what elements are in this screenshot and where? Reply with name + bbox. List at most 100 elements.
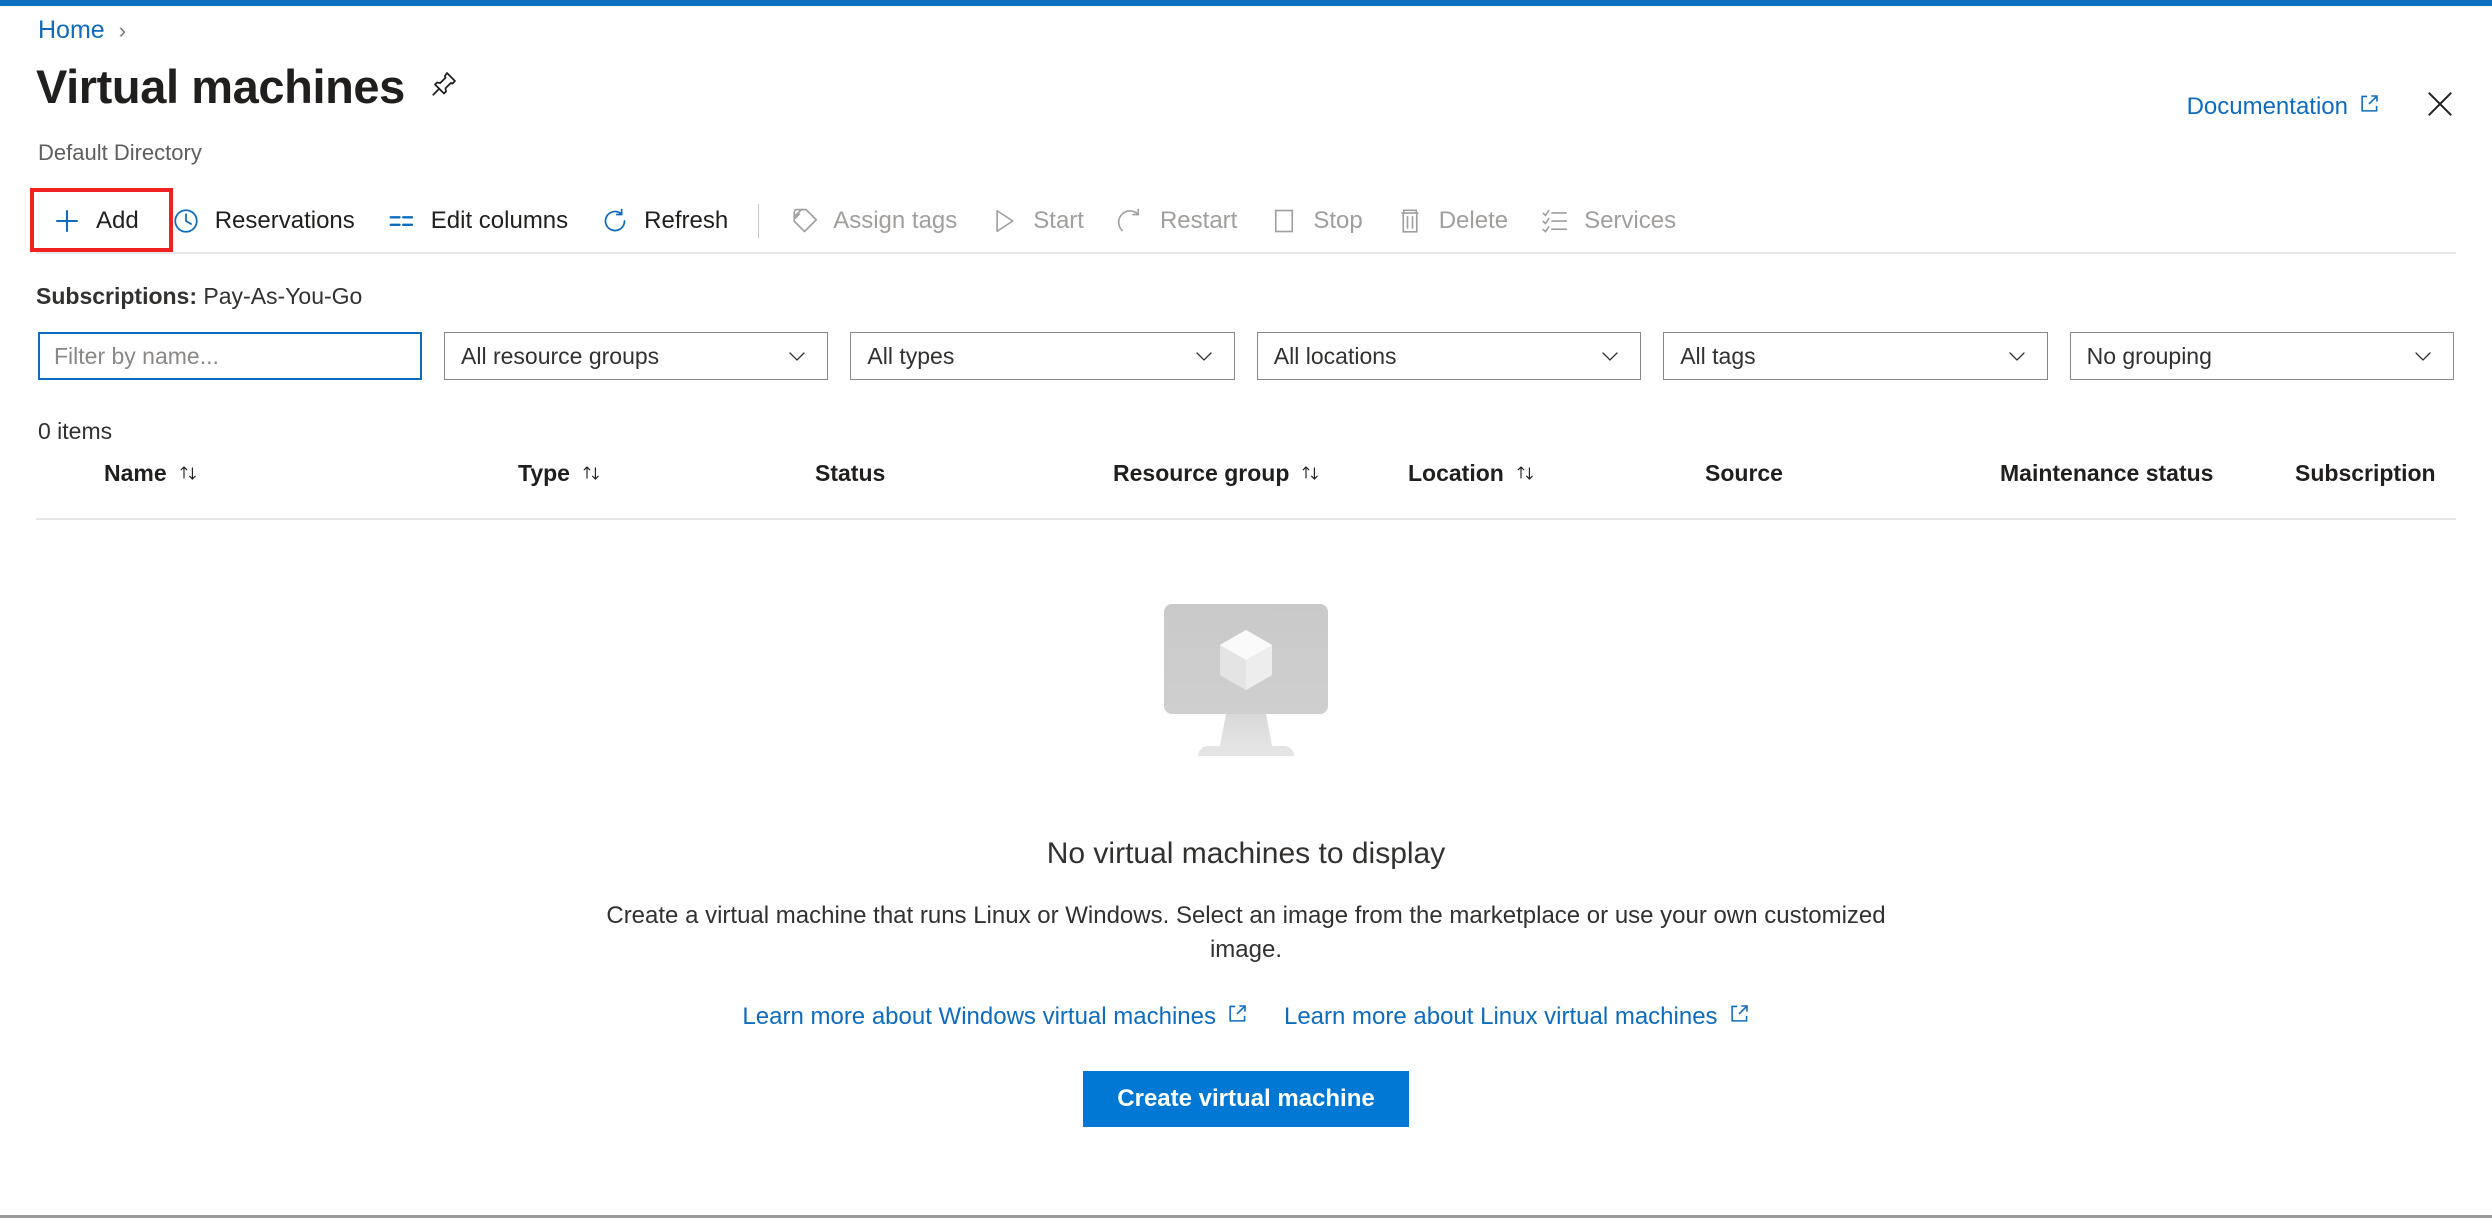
- toolbar-add-button[interactable]: Add: [36, 193, 155, 249]
- page-subtitle: Default Directory: [38, 140, 202, 165]
- command-bar: Add Reservations Edit columns Refresh As…: [36, 190, 2456, 252]
- sort-icon: [1299, 462, 1323, 486]
- columns-icon: [387, 206, 417, 236]
- column-header-name-label: Name: [104, 460, 167, 486]
- chevron-down-icon: [1598, 344, 1622, 368]
- empty-state-links: Learn more about Windows virtual machine…: [742, 1003, 1749, 1031]
- tags-dropdown-value: All tags: [1680, 342, 1756, 369]
- toolbar-refresh-button[interactable]: Refresh: [584, 193, 744, 249]
- resource-table-header: Name Type Status Resource group Location: [0, 460, 2492, 508]
- toolbar-edit-columns-button[interactable]: Edit columns: [371, 193, 584, 249]
- column-header-resource-group[interactable]: Resource group: [1113, 460, 1323, 487]
- grouping-dropdown-value: No grouping: [2086, 342, 2212, 369]
- locations-dropdown[interactable]: All locations: [1256, 332, 1642, 380]
- column-header-source: Source: [1705, 460, 1783, 487]
- subscriptions-line: Subscriptions: Pay-As-You-Go: [36, 283, 362, 310]
- toolbar-divider: [758, 204, 760, 238]
- column-header-location-label: Location: [1408, 460, 1504, 486]
- column-header-subscription-label: Subscription: [2295, 460, 2436, 486]
- resource-groups-dropdown[interactable]: All resource groups: [444, 332, 829, 380]
- items-count: 0 items: [38, 418, 113, 444]
- plus-icon: [52, 206, 82, 236]
- documentation-link[interactable]: Documentation: [2187, 93, 2380, 121]
- chevron-down-icon: [785, 344, 809, 368]
- blade-header-actions: Documentation: [2187, 88, 2456, 125]
- external-link-icon: [1227, 1003, 1248, 1031]
- tags-dropdown[interactable]: All tags: [1663, 332, 2048, 380]
- chevron-down-icon: [2005, 344, 2029, 368]
- trash-icon: [1395, 206, 1425, 236]
- command-bar-underline: [36, 252, 2456, 254]
- refresh-icon: [600, 206, 630, 236]
- subscriptions-value: Pay-As-You-Go: [203, 283, 363, 309]
- checklist-icon: [1540, 206, 1570, 236]
- toolbar-delete-button: Delete: [1379, 193, 1524, 249]
- column-header-subscription: Subscription: [2295, 460, 2436, 487]
- toolbar-delete-label: Delete: [1438, 207, 1509, 234]
- page-title-row: Virtual machines: [36, 62, 459, 111]
- column-header-location[interactable]: Location: [1408, 460, 1538, 487]
- toolbar-stop-label: Stop: [1313, 207, 1363, 234]
- external-link-icon: [1729, 1003, 1750, 1031]
- toolbar-restart-button: Restart: [1100, 193, 1253, 249]
- subscriptions-label: Subscriptions:: [36, 283, 198, 309]
- learn-more-linux-link[interactable]: Learn more about Linux virtual machines: [1284, 1003, 1750, 1031]
- play-icon: [989, 206, 1019, 236]
- learn-more-windows-link[interactable]: Learn more about Windows virtual machine…: [742, 1003, 1248, 1031]
- create-virtual-machine-button[interactable]: Create virtual machine: [1083, 1071, 1409, 1128]
- empty-state: No virtual machines to display Create a …: [0, 590, 2492, 1128]
- top-accent-bar: [0, 0, 2492, 6]
- restart-icon: [1116, 206, 1146, 236]
- sort-icon: [177, 462, 201, 486]
- column-header-type-label: Type: [518, 460, 570, 486]
- chevron-right-icon: ›: [118, 17, 127, 43]
- types-dropdown[interactable]: All types: [850, 332, 1235, 380]
- column-header-maintenance-status-label: Maintenance status: [2000, 460, 2214, 486]
- empty-state-title: No virtual machines to display: [1046, 837, 1446, 870]
- column-header-name[interactable]: Name: [104, 460, 201, 487]
- locations-dropdown-value: All locations: [1273, 342, 1397, 369]
- column-header-resource-group-label: Resource group: [1113, 460, 1290, 486]
- toolbar-add-label: Add: [96, 207, 139, 234]
- toolbar-services-label: Services: [1584, 207, 1677, 234]
- toolbar-refresh-label: Refresh: [644, 207, 729, 234]
- pin-icon[interactable]: [429, 69, 459, 104]
- resource-groups-dropdown-value: All resource groups: [461, 342, 660, 369]
- types-dropdown-value: All types: [867, 342, 955, 369]
- toolbar-stop-button: Stop: [1253, 193, 1378, 249]
- toolbar-reservations-label: Reservations: [214, 207, 355, 234]
- sort-icon: [580, 462, 604, 486]
- page-title: Virtual machines: [36, 60, 405, 113]
- close-icon[interactable]: [2424, 88, 2456, 125]
- sort-icon: [1514, 462, 1538, 486]
- tag-icon: [789, 206, 819, 236]
- column-header-maintenance-status: Maintenance status: [2000, 460, 2213, 487]
- empty-state-description: Create a virtual machine that runs Linux…: [606, 902, 1886, 964]
- toolbar-reservations-button[interactable]: Reservations: [155, 193, 371, 249]
- toolbar-restart-label: Restart: [1159, 207, 1238, 234]
- breadcrumb: Home ›: [38, 18, 126, 43]
- grouping-dropdown[interactable]: No grouping: [2069, 332, 2454, 380]
- toolbar-start-label: Start: [1033, 207, 1084, 234]
- external-link-icon: [2359, 93, 2380, 121]
- documentation-label: Documentation: [2186, 92, 2348, 120]
- filter-row: All resource groups All types All locati…: [38, 332, 2454, 380]
- table-header-rule: [36, 518, 2456, 520]
- column-header-status: Status: [815, 460, 885, 487]
- toolbar-start-button: Start: [973, 193, 1100, 249]
- search-input[interactable]: [38, 332, 423, 380]
- clock-icon: [171, 206, 201, 236]
- stop-square-icon: [1269, 206, 1299, 236]
- toolbar-assign-tags-label: Assign tags: [833, 207, 958, 234]
- monitor-with-cube-icon: [1146, 590, 1346, 775]
- virtual-machines-blade: Home › Virtual machines Default Director…: [0, 0, 2492, 1218]
- chevron-down-icon: [2411, 344, 2435, 368]
- learn-more-linux-label: Learn more about Linux virtual machines: [1283, 1003, 1718, 1031]
- toolbar-services-button: Services: [1524, 193, 1692, 249]
- column-header-status-label: Status: [815, 460, 886, 486]
- toolbar-assign-tags-button: Assign tags: [773, 193, 973, 249]
- column-header-type[interactable]: Type: [518, 460, 604, 487]
- chevron-down-icon: [1192, 344, 1216, 368]
- learn-more-windows-label: Learn more about Windows virtual machine…: [742, 1003, 1216, 1031]
- breadcrumb-item-home[interactable]: Home: [38, 18, 105, 43]
